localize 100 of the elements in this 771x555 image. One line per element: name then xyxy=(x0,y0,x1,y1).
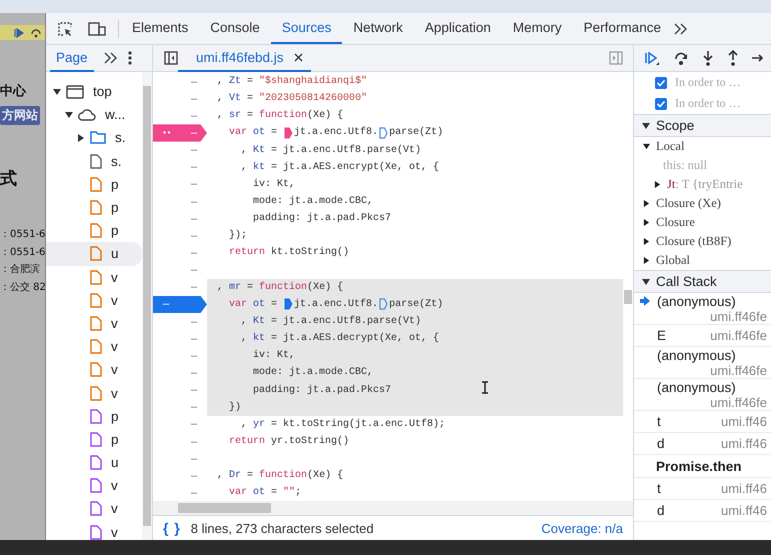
page-text: ：0551-6 xyxy=(0,246,45,260)
file-tree-item[interactable]: v xyxy=(46,312,142,336)
triangle-right-icon[interactable] xyxy=(654,181,661,188)
call-frame[interactable]: d umi.ff46 xyxy=(634,433,771,455)
inline-breakpoint-icon[interactable] xyxy=(379,298,388,310)
file-tree-item[interactable]: v xyxy=(46,497,142,521)
call-frame[interactable]: t umi.ff46 xyxy=(634,411,771,433)
step-over-icon[interactable] xyxy=(673,50,689,66)
triangle-down-icon[interactable] xyxy=(52,88,60,96)
file-tree-item[interactable]: p xyxy=(46,428,142,451)
device-toggle-icon[interactable] xyxy=(88,20,106,36)
resume-icon[interactable] xyxy=(14,28,24,38)
frame-location[interactable]: umi.ff46 xyxy=(720,481,767,496)
more-tabs-icon[interactable] xyxy=(104,52,118,64)
triangle-down-icon[interactable] xyxy=(642,122,650,130)
file-tree-item[interactable]: v xyxy=(46,335,142,358)
scope-label[interactable]: Closure (tB8F) xyxy=(656,234,732,249)
file-tree-item[interactable]: p xyxy=(46,196,142,220)
file-tree-item[interactable]: u xyxy=(46,451,142,474)
frame-name: E xyxy=(657,328,666,343)
line-dash: – xyxy=(190,332,197,345)
inspect-icon[interactable] xyxy=(57,20,73,36)
file-tree-item[interactable]: top xyxy=(46,80,142,104)
step-over-icon[interactable] xyxy=(30,28,42,38)
kebab-menu-icon[interactable] xyxy=(128,51,132,65)
call-frame[interactable]: E umi.ff46fe xyxy=(634,325,771,347)
inline-breakpoint-icon[interactable] xyxy=(379,126,388,139)
sidebar-toggle-icon[interactable] xyxy=(609,51,623,65)
scope-property[interactable]: Jt: T {tryEntrie xyxy=(667,177,743,192)
resume-icon[interactable] xyxy=(644,50,660,66)
devtools-tab[interactable]: Elements xyxy=(121,13,200,44)
step-out-icon[interactable] xyxy=(727,50,739,66)
file-icon xyxy=(90,154,102,169)
code-text: , kt = jt.a.AES.decrypt(Xe, ot, { xyxy=(240,333,440,344)
section-header[interactable]: Call Stack xyxy=(634,270,771,293)
file-tree-item[interactable]: v xyxy=(46,288,142,312)
file-tree-item[interactable]: v xyxy=(46,520,142,540)
scope-label[interactable]: Local xyxy=(656,139,684,154)
file-icon xyxy=(90,176,102,192)
line-dash: – xyxy=(190,161,197,174)
file-tree-item[interactable]: s. xyxy=(46,126,142,150)
devtools-tab[interactable]: Performance xyxy=(572,13,672,44)
scope-property: this: null xyxy=(662,158,708,173)
devtools-tab[interactable]: Application xyxy=(414,13,502,44)
triangle-right-icon[interactable] xyxy=(643,219,650,226)
devtools-tab[interactable]: Console xyxy=(199,13,271,44)
pretty-print-button[interactable]: { } xyxy=(163,520,181,536)
triangle-down-icon[interactable] xyxy=(64,110,72,119)
scope-label[interactable]: Closure xyxy=(656,215,695,230)
more-tabs-icon[interactable] xyxy=(674,22,688,34)
frame-location[interactable]: umi.ff46 xyxy=(720,503,767,518)
close-icon[interactable] xyxy=(294,52,303,62)
scrollbar[interactable] xyxy=(142,72,152,540)
triangle-right-icon[interactable] xyxy=(643,257,650,264)
file-tree-item[interactable]: v xyxy=(46,266,142,289)
checkbox[interactable] xyxy=(655,76,667,88)
line-dash: – xyxy=(190,230,197,242)
file-tree-item[interactable]: p xyxy=(46,404,142,428)
file-tree-item[interactable]: w... xyxy=(46,103,142,126)
inline-breakpoint-icon[interactable] xyxy=(284,126,294,139)
section-header[interactable]: Scope xyxy=(634,114,771,137)
devtools-tab[interactable]: Memory xyxy=(502,13,573,44)
scrollbar[interactable] xyxy=(153,501,633,515)
call-frame[interactable]: d umi.ff46 xyxy=(634,500,771,522)
triangle-right-icon[interactable] xyxy=(76,134,84,142)
site-link[interactable]: 方网站 xyxy=(0,106,40,125)
logpoint-marker[interactable]: – xyxy=(153,124,207,142)
code-text: , mr = function(Xe) { xyxy=(216,282,344,293)
file-tree-item[interactable]: p xyxy=(46,219,142,242)
code-text: var ot = ""; xyxy=(228,487,302,498)
call-frame[interactable]: (anonymous) umi.ff46fe xyxy=(634,347,771,379)
devtools-tab[interactable]: Network xyxy=(342,13,414,44)
step-icon[interactable] xyxy=(752,52,764,64)
frame-location[interactable]: umi.ff46fe xyxy=(710,395,767,410)
triangle-right-icon[interactable] xyxy=(643,238,650,245)
frame-location[interactable]: umi.ff46 xyxy=(720,414,767,429)
file-tree-item[interactable]: v xyxy=(46,358,142,382)
step-into-icon[interactable] xyxy=(702,50,714,66)
inline-breakpoint-icon[interactable] xyxy=(284,298,294,310)
scope-label[interactable]: Closure (Xe) xyxy=(656,196,721,211)
file-tab-label[interactable]: umi.ff46febd.js xyxy=(196,50,284,64)
breakpoint-marker[interactable]: – xyxy=(153,296,207,313)
triangle-down-icon[interactable] xyxy=(642,278,650,286)
frame-location[interactable]: umi.ff46fe xyxy=(710,309,767,324)
file-tree-item[interactable]: v xyxy=(46,381,142,405)
file-tree-item[interactable]: v xyxy=(46,474,142,498)
file-tree-item[interactable]: s. xyxy=(46,150,142,173)
scope-label[interactable]: Global xyxy=(656,253,690,268)
sidebar-toggle-icon[interactable] xyxy=(164,51,178,65)
code-text: , kt = jt.a.AES.encrypt(Xe, ot, { xyxy=(240,162,440,173)
frame-location[interactable]: umi.ff46 xyxy=(720,436,767,451)
coverage-link[interactable]: Coverage: n/a xyxy=(541,520,623,536)
frame-location[interactable]: umi.ff46fe xyxy=(710,363,767,378)
triangle-right-icon[interactable] xyxy=(643,200,650,207)
triangle-down-icon[interactable] xyxy=(643,143,650,150)
frame-location[interactable]: umi.ff46fe xyxy=(710,328,767,343)
checkbox[interactable] xyxy=(655,98,667,110)
file-tree-item[interactable]: u xyxy=(46,242,142,266)
call-frame[interactable]: t umi.ff46 xyxy=(634,478,771,500)
file-tree-item[interactable]: p xyxy=(46,172,142,196)
